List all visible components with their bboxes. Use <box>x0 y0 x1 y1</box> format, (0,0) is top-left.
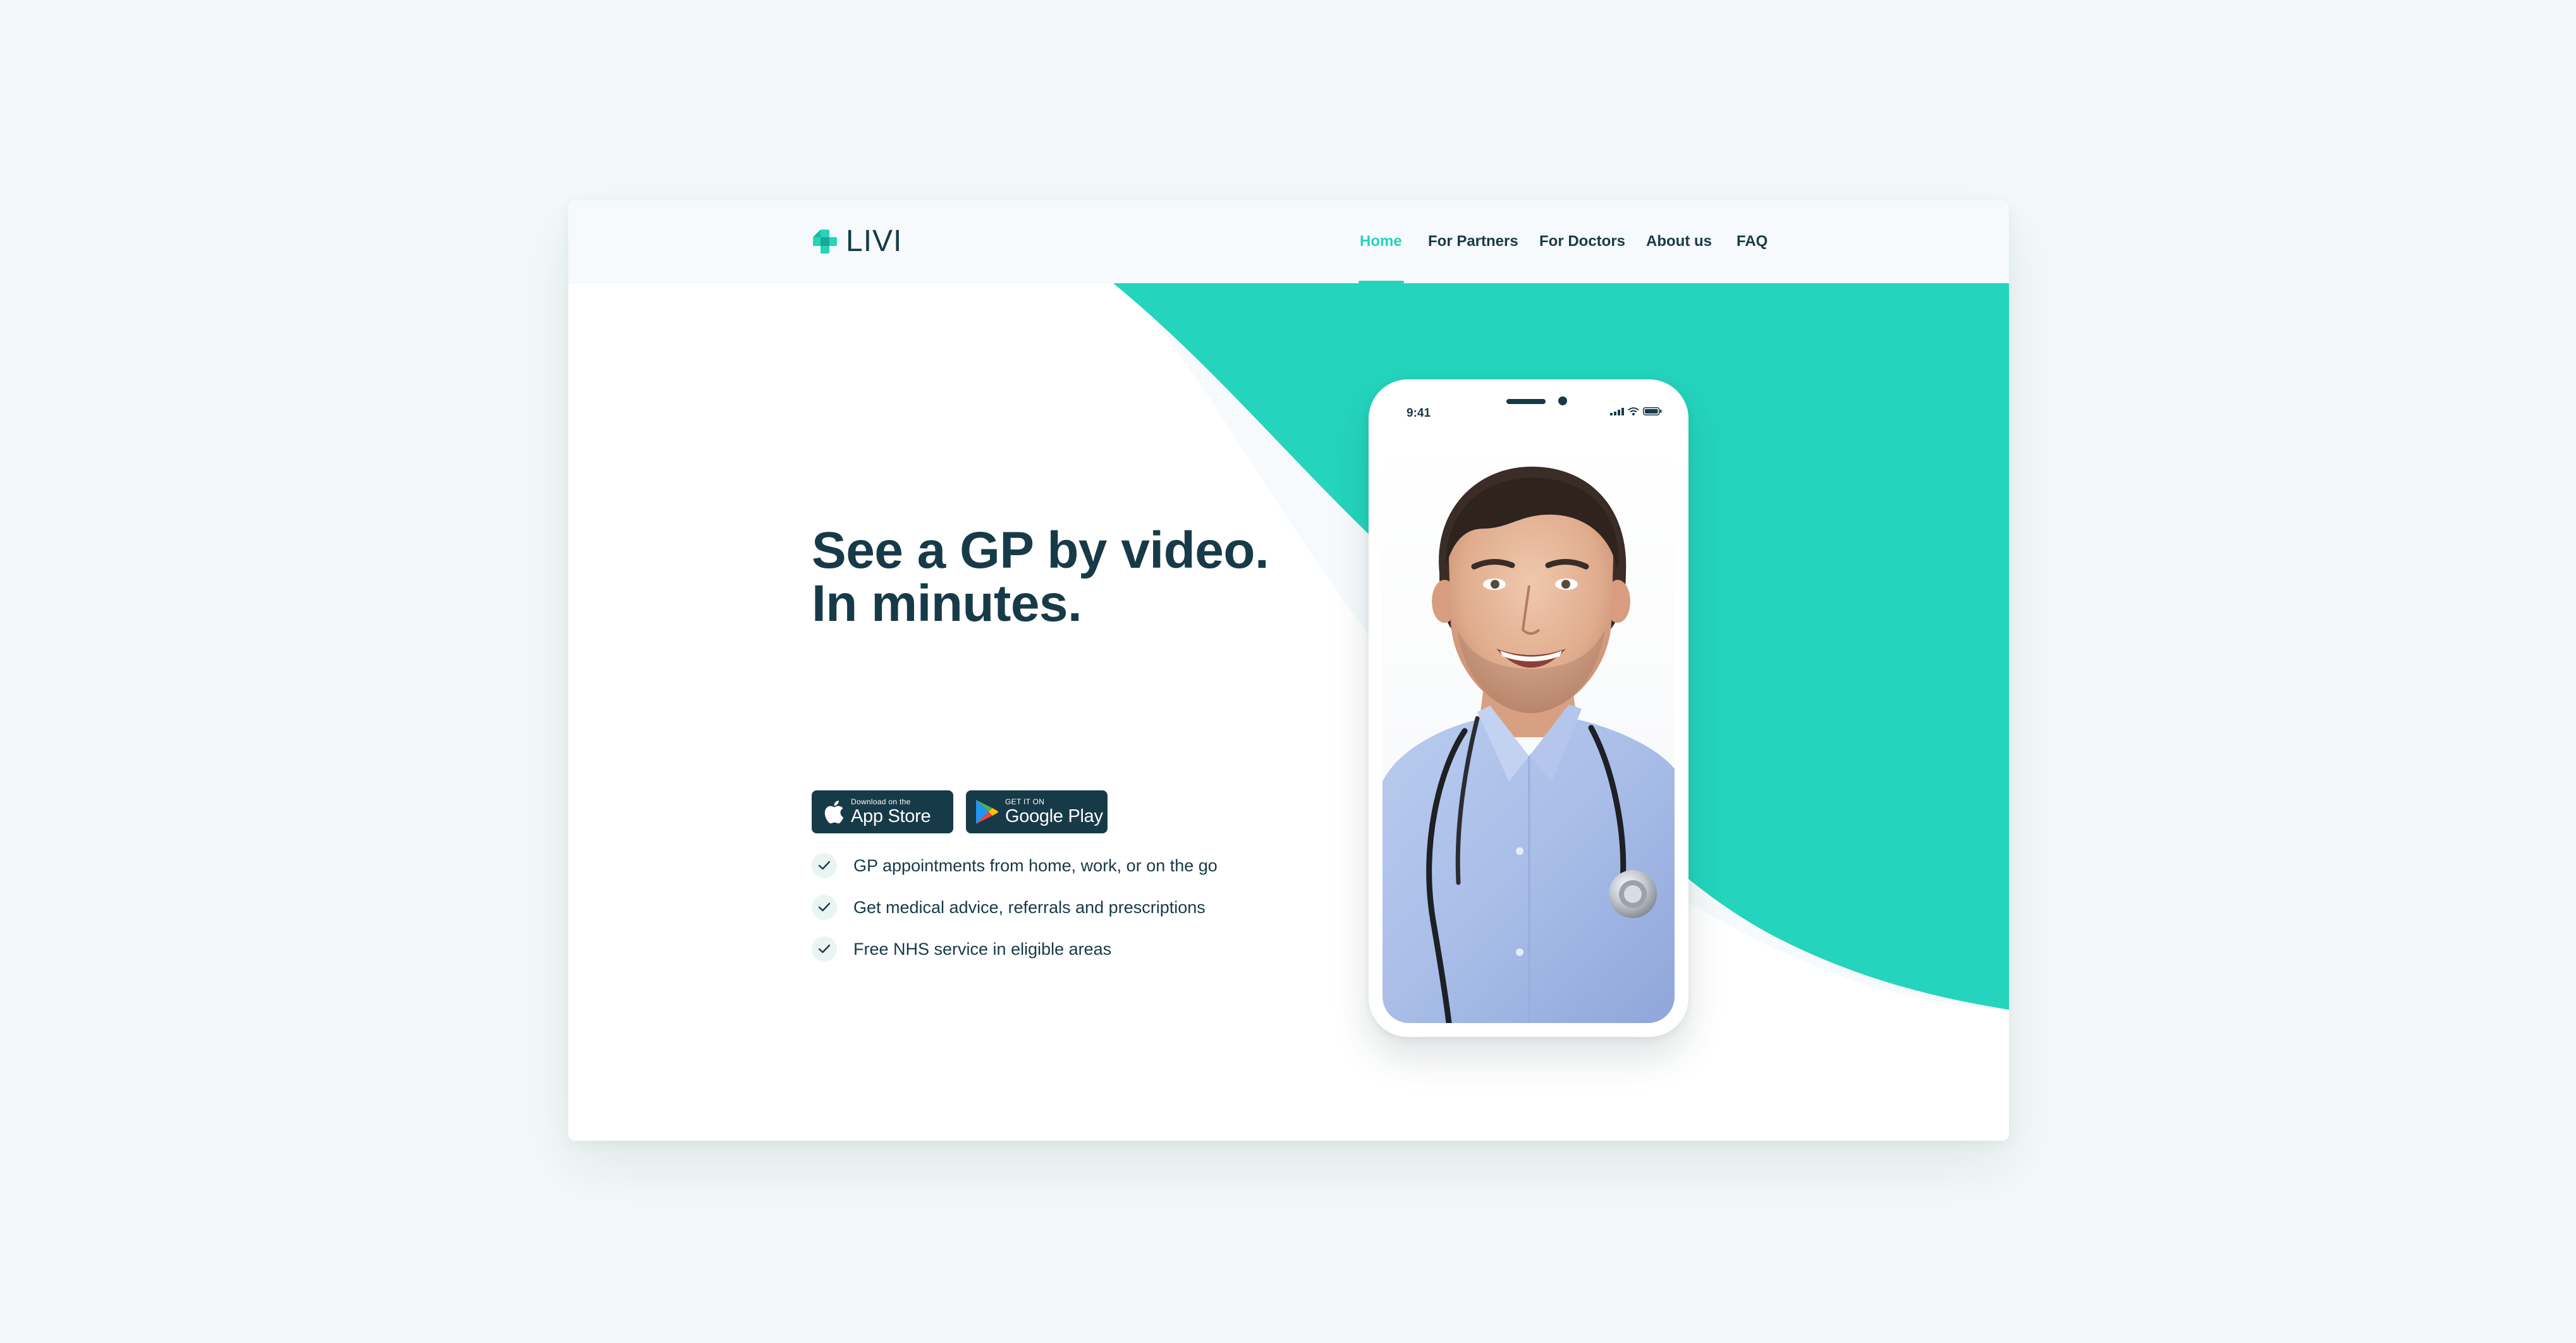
google-play-label: Google Play <box>1005 806 1103 826</box>
phone-time: 9:41 <box>1407 407 1431 420</box>
phone-mockup: 9:41 <box>1369 379 1688 1037</box>
phone-status-bar <box>1610 407 1662 415</box>
apple-icon <box>824 800 844 824</box>
play-icon <box>976 800 998 824</box>
nav-for-partners[interactable]: For Partners <box>1428 232 1518 251</box>
store-badges: Download on the App Store GET IT ON Goog… <box>812 790 1108 833</box>
check-icon <box>812 895 837 920</box>
google-play-small-label: GET IT ON <box>1005 797 1045 806</box>
hero-title-line2: In minutes. <box>812 575 1082 632</box>
main-nav: Home For Partners For Doctors About us F… <box>568 200 2009 283</box>
feature-text: GP appointments from home, work, or on t… <box>853 855 1218 875</box>
feature-item: GP appointments from home, work, or on t… <box>812 852 1218 880</box>
check-icon <box>812 853 837 878</box>
app-store-button[interactable]: Download on the App Store <box>812 790 953 833</box>
feature-item: Free NHS service in eligible areas <box>812 935 1218 963</box>
hero-title: See a GP by video. In minutes. <box>812 524 1381 630</box>
check-icon <box>812 936 837 962</box>
doctor-photo <box>1383 440 1675 1023</box>
feature-text: Free NHS service in eligible areas <box>853 939 1112 959</box>
nav-for-doctors[interactable]: For Doctors <box>1539 232 1625 251</box>
feature-item: Get medical advice, referrals and prescr… <box>812 893 1218 921</box>
battery-icon <box>1643 407 1662 415</box>
app-store-label: App Store <box>851 806 931 826</box>
nav-about-us[interactable]: About us <box>1646 232 1712 251</box>
nav-active-indicator <box>1358 281 1404 283</box>
phone-speaker <box>1506 399 1546 404</box>
phone-camera <box>1558 396 1567 405</box>
feature-text: Get medical advice, referrals and prescr… <box>853 897 1206 917</box>
hero-title-line1: See a GP by video. <box>812 522 1269 579</box>
nav-home[interactable]: Home <box>1360 232 1402 251</box>
nav-faq[interactable]: FAQ <box>1737 232 1767 251</box>
google-play-button[interactable]: GET IT ON Google Play <box>966 790 1108 833</box>
feature-list: GP appointments from home, work, or on t… <box>812 852 1218 977</box>
signal-icon <box>1610 407 1624 415</box>
browser-page: LIVI Home For Partners For Doctors About… <box>568 200 2009 1141</box>
wifi-icon <box>1628 407 1639 415</box>
teal-background-shape <box>1049 200 2009 1010</box>
app-store-small-label: Download on the <box>851 797 911 806</box>
